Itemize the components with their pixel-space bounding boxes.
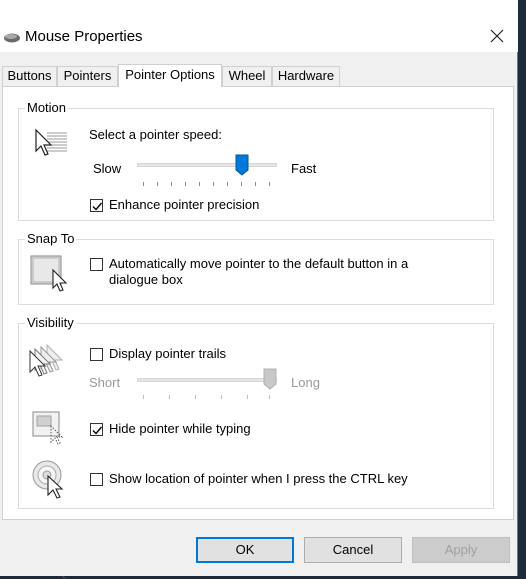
trail-length-ticks — [143, 395, 273, 401]
tab-pointers[interactable]: Pointers — [57, 66, 118, 86]
visibility-group: Visibility Display pointer trails Short … — [18, 315, 494, 509]
hide-pointer-label[interactable]: Hide pointer while typing — [109, 421, 251, 436]
window-title: Mouse Properties — [25, 28, 143, 45]
show-location-label[interactable]: Show location of pointer when I press th… — [109, 471, 408, 486]
pointer-speed-track[interactable] — [137, 163, 277, 167]
mouse-properties-window: Mouse Properties Buttons Pointers Pointe… — [0, 0, 518, 576]
close-button[interactable] — [480, 26, 514, 50]
tab-hardware[interactable]: Hardware — [272, 66, 340, 86]
pointer-trails-checkbox[interactable] — [90, 348, 103, 361]
slow-label: Slow — [93, 161, 122, 176]
close-icon — [490, 29, 504, 43]
snap-to-checkbox[interactable] — [90, 258, 103, 271]
pointer-speed-prompt: Select a pointer speed: — [89, 127, 222, 142]
snap-to-label-line1[interactable]: Automatically move pointer to the defaul… — [109, 256, 408, 271]
tab-strip: Buttons Pointers Pointer Options Wheel H… — [0, 64, 518, 87]
pointer-speed-ticks — [143, 182, 273, 188]
show-location-checkbox[interactable] — [90, 473, 103, 486]
hide-pointer-icon — [31, 410, 71, 449]
cancel-button[interactable]: Cancel — [304, 537, 402, 563]
snap-to-group: Snap To Automatically move pointer to th… — [18, 231, 494, 305]
pointer-speed-thumb[interactable] — [235, 154, 249, 179]
visibility-group-label: Visibility — [25, 315, 76, 330]
fast-label: Fast — [291, 161, 317, 176]
short-label: Short — [89, 375, 121, 390]
trail-length-thumb[interactable] — [263, 368, 277, 393]
pointer-speed-icon — [33, 127, 69, 162]
trail-length-track[interactable] — [137, 378, 277, 382]
snap-to-icon — [29, 252, 71, 295]
long-label: Long — [291, 375, 320, 390]
hide-pointer-checkbox[interactable] — [90, 423, 103, 436]
apply-button[interactable]: Apply — [412, 537, 510, 563]
checkmark-icon — [92, 202, 103, 211]
checkmark-icon — [92, 426, 103, 435]
motion-group: Motion Select a pointer speed: Slow Fast — [18, 100, 494, 221]
ok-button[interactable]: OK — [196, 537, 294, 563]
enhance-precision-checkbox[interactable] — [90, 199, 103, 212]
pointer-location-icon — [31, 459, 71, 502]
pointer-options-panel: Motion Select a pointer speed: Slow Fast — [2, 86, 514, 520]
motion-group-label: Motion — [25, 100, 69, 115]
tab-pointer-options[interactable]: Pointer Options — [118, 64, 222, 87]
mouse-icon — [3, 31, 21, 46]
snap-to-group-label: Snap To — [25, 231, 77, 246]
snap-to-label-line2[interactable]: dialogue box — [109, 272, 183, 287]
title-bar: Mouse Properties — [0, 0, 518, 52]
pointer-trails-icon — [29, 342, 73, 381]
pointer-trails-label[interactable]: Display pointer trails — [109, 346, 226, 361]
enhance-precision-label[interactable]: Enhance pointer precision — [109, 197, 259, 212]
tab-wheel[interactable]: Wheel — [222, 66, 272, 86]
tab-buttons[interactable]: Buttons — [2, 66, 57, 86]
